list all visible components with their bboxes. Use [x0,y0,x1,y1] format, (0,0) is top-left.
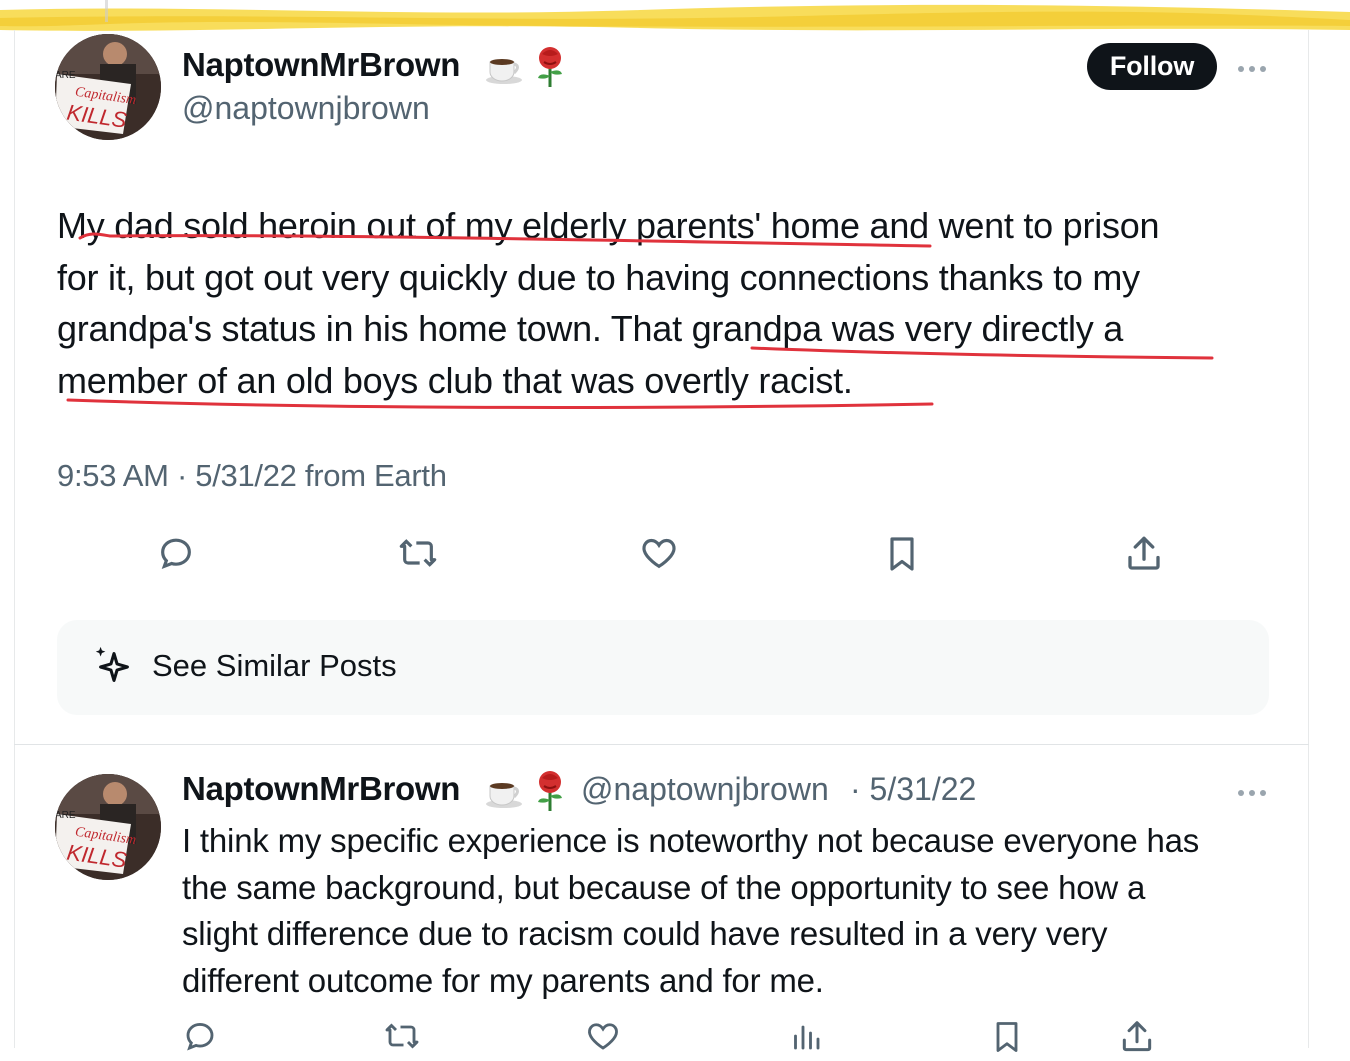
reply-text-line: different outcome for my parents and for… [182,961,824,999]
tweet-text: My dad sold heroin out of my elderly par… [57,200,1287,406]
like-icon[interactable] [584,1018,622,1059]
svg-text:ARE: ARE [55,810,76,821]
avatar[interactable]: Capitalism KILLS ARE [55,774,161,880]
coffee-icon [484,772,524,817]
author-handle[interactable]: @naptownjbrown [581,771,829,808]
tweet-text-line: for it, but got out very quickly due to … [57,256,1140,298]
reply-text-line: the same background, but because of the … [182,868,1146,906]
author-name[interactable]: NaptownMrBrown [182,770,460,808]
reply-text-line: I think my specific experience is notewo… [182,822,1200,859]
see-similar-posts-label: See Similar Posts [152,648,397,683]
avatar[interactable]: Capitalism KILLS ARE [55,34,161,140]
bookmark-icon[interactable] [882,533,922,580]
card-border [1308,30,1309,1048]
tweet-timestamp[interactable]: 9:53 AM · 5/31/22 from Earth [57,458,447,494]
tweet-text-line: grandpa's status in his home town. That … [57,308,1124,349]
rose-icon [530,768,570,817]
retweet-icon[interactable] [397,533,439,578]
views-icon[interactable] [788,1018,824,1059]
card-border [14,30,15,1048]
tweet-text-line: member of an old boys club that was over… [57,359,853,401]
follow-button[interactable]: Follow [1087,43,1217,90]
svg-text:ARE: ARE [55,70,76,81]
bookmark-icon[interactable] [989,1018,1025,1061]
sparkle-icon [91,644,137,695]
tweet-divider [14,744,1309,745]
highlighter-strip [0,0,1350,34]
reply-icon[interactable] [156,533,196,578]
more-options-icon[interactable] [1237,61,1267,72]
author-handle[interactable]: @naptownjbrown [182,90,430,127]
share-icon[interactable] [1123,533,1165,580]
rose-icon [530,44,570,93]
share-icon[interactable] [1118,1018,1156,1061]
more-options-icon[interactable] [1237,785,1267,796]
coffee-icon [484,48,524,93]
like-icon[interactable] [638,533,680,578]
tweet-text-line: My dad sold heroin out of my elderly par… [57,205,1160,246]
reply-date[interactable]: · 5/31/22 [850,771,976,808]
reply-text: I think my specific experience is notewo… [182,818,1282,1004]
see-similar-posts-button[interactable]: See Similar Posts [57,620,1269,715]
reply-text-line: slight difference due to racism could ha… [182,915,1108,952]
retweet-icon[interactable] [383,1018,421,1059]
reply-icon[interactable] [182,1018,218,1059]
author-name[interactable]: NaptownMrBrown [182,46,460,84]
